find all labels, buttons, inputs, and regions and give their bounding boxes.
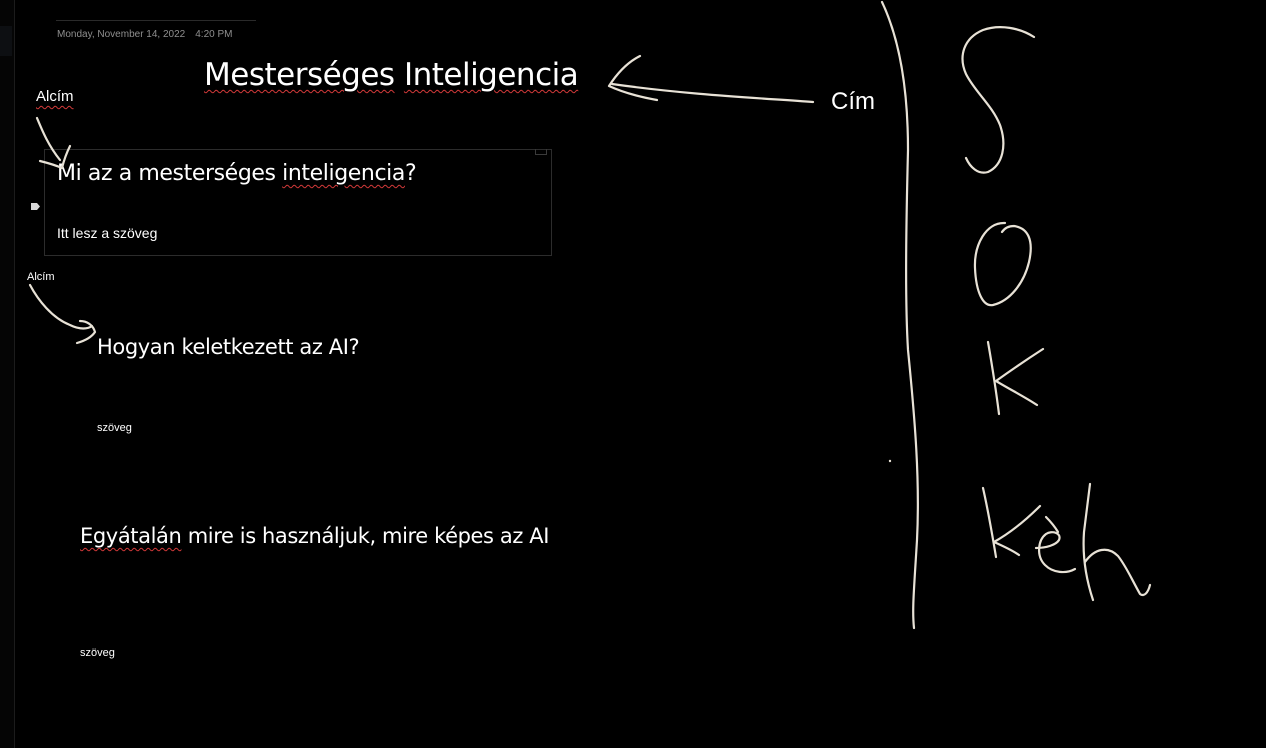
vertical-divider-ink [880,0,919,630]
title-arrow-ink [607,54,815,104]
section-1-heading[interactable]: Mi az a mesterséges inteligencia? [57,161,417,186]
title-underline-rule [56,20,256,21]
subtitle-annotation-1: Alcím [36,88,74,105]
paragraph-select-handle-icon[interactable] [31,202,41,211]
ink-drawing-layer [28,0,1152,630]
section-3-heading[interactable]: Egyátalán mire is használjuk, mire képes… [80,524,549,548]
container-move-handle[interactable] [535,149,547,155]
section-3-text[interactable]: szöveg [80,647,115,659]
page-title-word-2: Inteligencia [403,57,579,93]
page-title[interactable]: Mesterséges Inteligencia [204,57,579,93]
page-title-word-1: Mesterséges [204,57,395,93]
section-1-text[interactable]: Itt lesz a szöveg [57,225,157,241]
section-2-text[interactable]: szöveg [97,422,132,434]
handwriting-sok-kep-ink [961,26,1152,602]
section-2-heading[interactable]: Hogyan keletkezett az AI? [97,335,360,359]
subtitle-arrow-ink-2 [28,283,97,345]
page-date: Monday, November 14, 2022 [57,29,186,40]
left-edge-bar [0,0,15,748]
subtitle-annotation-2: Alcím [27,271,55,283]
page-time: 4:20 PM [195,29,233,40]
ink-dot [888,459,892,463]
page-datetime: Monday, November 14, 2022 4:20 PM [57,29,232,40]
title-annotation: Cím [831,88,875,115]
collapsed-panel-tab[interactable] [0,26,12,56]
